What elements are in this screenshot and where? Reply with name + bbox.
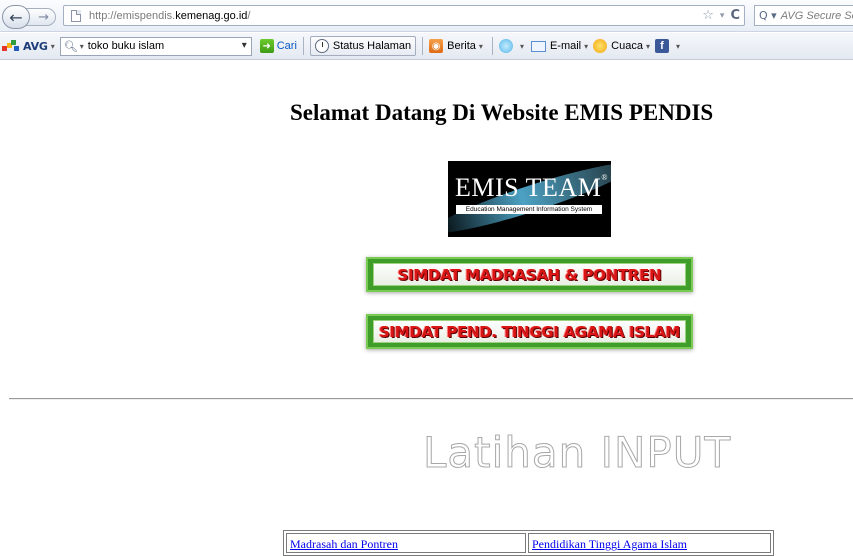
toolbar-divider (491, 37, 493, 55)
logo-title: EMIS TEAM® (455, 173, 608, 203)
bookmark-star-icon[interactable]: ☆ (702, 8, 714, 23)
table-cell: Madrasah dan Pontren (286, 533, 526, 553)
emis-team-logo: EMIS TEAM® Education Management Informat… (448, 161, 611, 237)
banner-inner: SIMDAT MADRASAH & PONTREN (373, 263, 686, 286)
email-button[interactable]: E-mail ▾ (530, 40, 591, 52)
status-halaman-button[interactable]: Status Halaman (309, 36, 417, 56)
search-history-dropdown-icon[interactable]: ▾ (242, 40, 247, 51)
address-bar[interactable]: http://emispendis.kemenag.go.id/ ☆ ▾ C (63, 5, 745, 26)
cuaca-caret-icon: ▾ (645, 41, 650, 51)
facebook-icon: f (654, 39, 669, 53)
page-icon (71, 9, 81, 22)
avg-logo[interactable]: AVG (2, 39, 48, 53)
facebook-caret-icon: ▾ (675, 41, 680, 51)
toolbar-search-input[interactable]: 🔍︎ ▾ toko buku islam ▾ (59, 36, 252, 56)
weather-icon (593, 39, 608, 53)
berita-button[interactable]: ◉ Berita ▾ (429, 39, 486, 53)
facebook-button[interactable]: f ▾ (654, 39, 683, 53)
simdat-madrasah-button[interactable]: SIMDAT MADRASAH & PONTREN (366, 257, 693, 292)
logo-subtitle: Education Management Information System (456, 205, 602, 214)
go-arrow-icon: ➜ (259, 39, 274, 53)
cari-button[interactable]: ➜ Cari (259, 39, 297, 53)
email-label: E-mail (549, 40, 582, 52)
simdat-ptai-button[interactable]: SIMDAT PEND. TINGGI AGAMA ISLAM (366, 314, 693, 349)
links-table: Madrasah dan Pontren Pendidikan Tinggi A… (283, 530, 774, 556)
simdat-madrasah-label: SIMDAT MADRASAH & PONTREN (397, 265, 662, 284)
registered-mark: ® (601, 173, 608, 182)
simdat-ptai-label: SIMDAT PEND. TINGGI AGAMA ISLAM (378, 322, 681, 341)
avg-logo-icon (2, 39, 20, 53)
reload-icon[interactable]: C (730, 8, 740, 23)
smiley-button[interactable]: ▾ (498, 39, 527, 53)
search-placeholder: AVG Secure Search (780, 9, 853, 22)
latihan-input-heading: Latihan INPUT (422, 428, 732, 478)
berita-label: Berita (447, 40, 476, 52)
browser-search-box[interactable]: Q ▾ AVG Secure Search (754, 5, 853, 26)
pendidikan-tinggi-link[interactable]: Pendidikan Tinggi Agama Islam (532, 537, 687, 551)
avg-menu-caret-icon[interactable]: ▾ (51, 42, 55, 51)
rss-icon: ◉ (429, 39, 444, 53)
email-caret-icon: ▾ (584, 41, 589, 51)
cuaca-button[interactable]: Cuaca ▾ (593, 39, 653, 53)
url-suffix: / (247, 9, 251, 22)
status-halaman-label: Status Halaman (332, 40, 412, 52)
page-title: Selamat Datang Di Website EMIS PENDIS (290, 100, 714, 125)
table-cell: Pendidikan Tinggi Agama Islam (528, 533, 771, 553)
forward-arrow-icon: → (38, 9, 49, 25)
history-dropdown-icon[interactable]: ▾ (720, 11, 725, 21)
smiley-caret-icon: ▾ (519, 41, 524, 51)
page-status-icon (314, 39, 329, 53)
mail-icon (530, 40, 546, 52)
search-icon: 🔍︎ (63, 40, 78, 53)
cuaca-label: Cuaca (611, 40, 643, 52)
avg-brand-label: AVG (23, 39, 48, 53)
back-arrow-icon: ← (9, 7, 23, 27)
address-bar-actions: ☆ ▾ C (702, 8, 740, 23)
url-prefix: http://emispendis. (89, 9, 176, 22)
smiley-icon (498, 39, 513, 53)
berita-caret-icon: ▾ (478, 41, 483, 51)
back-forward-group: ← → (2, 5, 58, 29)
banner-inner: SIMDAT PEND. TINGGI AGAMA ISLAM (373, 320, 686, 343)
toolbar-divider (422, 37, 424, 55)
search-engine-caret-icon[interactable]: ▾ (80, 42, 84, 51)
madrasah-pontren-link[interactable]: Madrasah dan Pontren (290, 537, 398, 551)
cari-label: Cari (276, 40, 297, 52)
search-engine-icon[interactable]: Q ▾ (759, 9, 777, 22)
browser-navbar: ← → http://emispendis.kemenag.go.id/ ☆ ▾… (0, 0, 853, 32)
toolbar-search-value: toko buku islam (87, 40, 165, 52)
logo-title-text: EMIS TEAM (455, 173, 602, 202)
toolbar-divider (302, 37, 304, 55)
back-button[interactable]: ← (2, 5, 30, 29)
horizontal-divider (9, 398, 853, 400)
url-domain: kemenag.go.id (175, 9, 248, 22)
url-text[interactable]: http://emispendis.kemenag.go.id/ (89, 10, 250, 22)
avg-toolbar: AVG ▾ 🔍︎ ▾ toko buku islam ▾ ➜ Cari Stat… (0, 33, 853, 60)
table-row: Madrasah dan Pontren Pendidikan Tinggi A… (286, 533, 771, 553)
